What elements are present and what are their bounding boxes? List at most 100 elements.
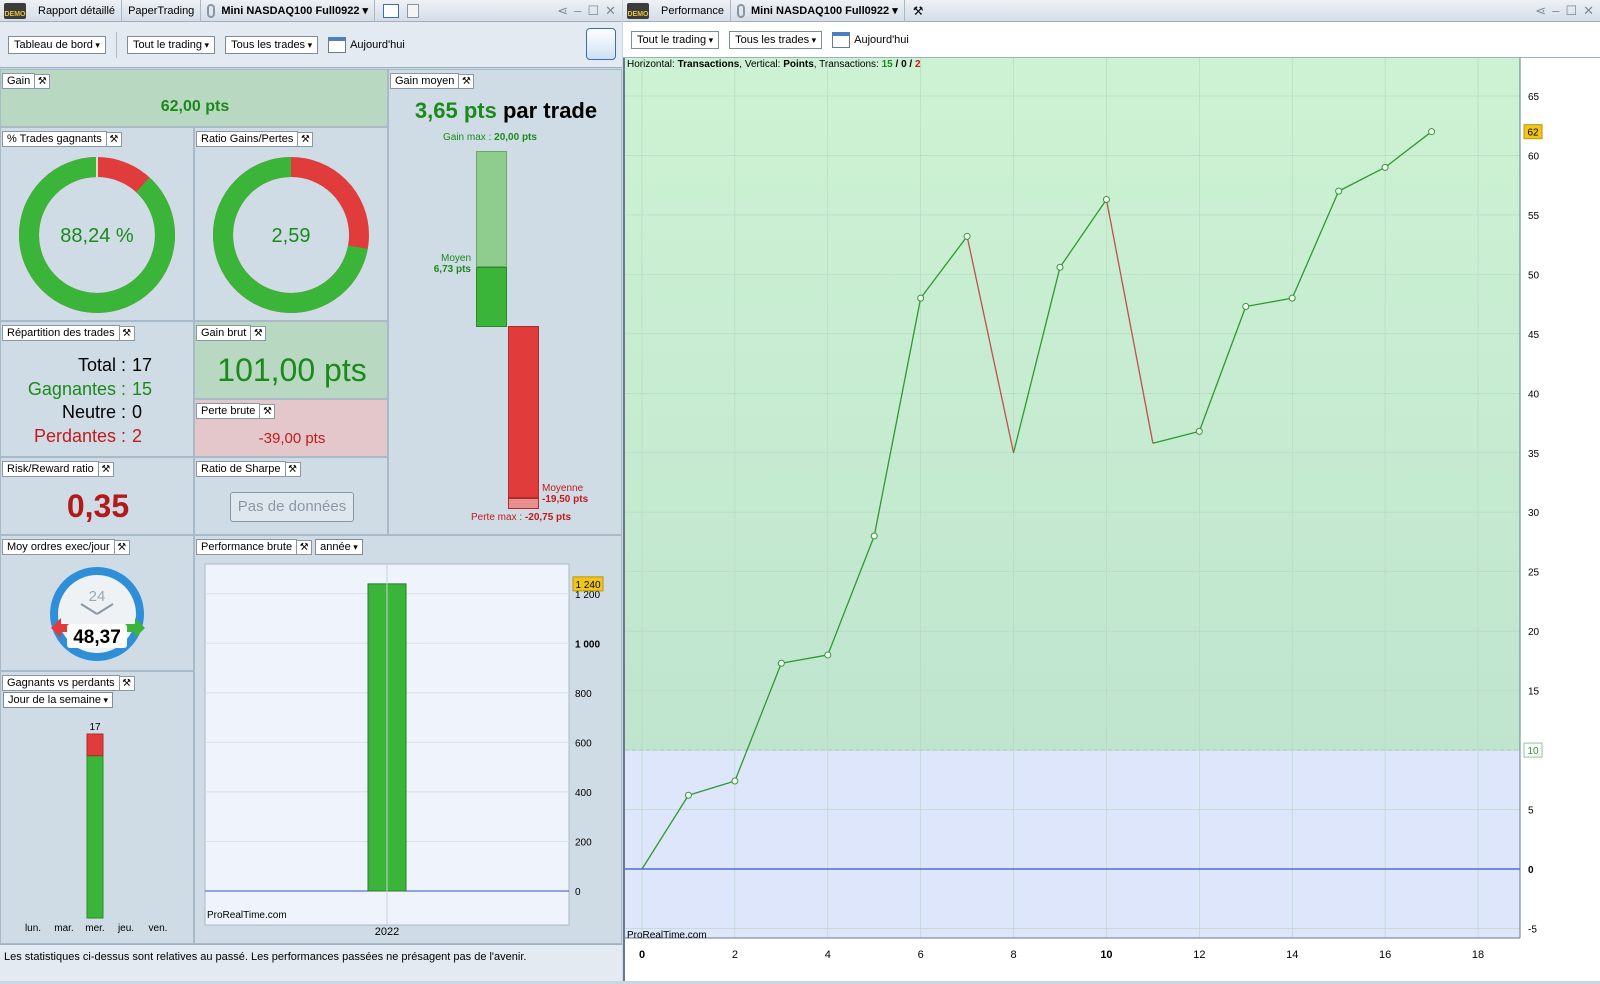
instrument-selector[interactable]: Mini NASDAQ100 Full0922 ▾ [731,0,905,22]
loss-avg-bar [508,326,539,498]
instrument-name: Mini NASDAQ100 Full0922 [221,4,360,17]
wrench-icon[interactable]: ⚒ [98,461,114,477]
info-v-value: Points [783,59,814,70]
toolbar-divider [115,31,117,58]
chart-info: Horizontal: Transactions, Vertical: Poin… [627,59,921,70]
win-row: Gagnantes : 15 [1,378,195,402]
day-label: mer. [85,923,104,934]
x-tick-label: 2 [732,949,738,961]
gain-value: 62,00 pts [160,98,230,115]
minimize-icon[interactable]: – [1552,3,1559,19]
pct-gagnants-value: 88,24 % [60,225,134,247]
no-data-button[interactable]: Pas de données [230,492,354,522]
repartition-panel: Répartition des trades ⚒ Total : 17 Gagnan… [0,321,194,457]
current-value-label: 62 [1527,128,1539,139]
y-tick-label: 20 [1528,627,1540,638]
total-label: Total : [77,355,126,375]
trades-dropdown[interactable]: Tous les trades [225,35,319,54]
loss-avg-value: -19,50 pts [542,494,589,505]
gagnants-vs-perdants-panel: Gagnants vs perdants ⚒ Jour de la semaine… [0,671,194,944]
perf-brute-panel: Performance brute⚒année 02004006008001 0… [194,535,622,944]
gvp-chart: lun. mar. 17 mer. jeu. ven. [25,722,168,934]
wrench-icon[interactable]: ⚒ [260,403,276,419]
wrench-icon[interactable]: ⚒ [459,73,475,89]
x-tick-label: 16 [1379,949,1391,961]
clock-label: 24 [89,588,106,605]
ratio-gp-donut: 2,59 [213,157,369,313]
date-selector[interactable]: Aujourd'hui [328,36,405,53]
win-label: Gagnantes : [27,378,126,399]
trades-dropdown[interactable]: Tous les trades [729,30,823,49]
loss-max-value: -20,75 pts [524,512,572,523]
close-icon[interactable]: ✕ [1583,3,1594,19]
wrench-icon[interactable]: ⚒ [119,325,135,341]
watermark: ProRealTime.com [627,930,707,941]
right-titlebar: DEMO Performance Mini NASDAQ100 Full0922… [623,0,1600,22]
copy-icon[interactable] [407,3,420,18]
gain-max-text: Gain max : 20,00 pts [443,132,537,143]
y-tick-label: 15 [1528,687,1540,698]
risk-reward-label: Risk/Reward ratio [2,461,99,477]
minimize-icon[interactable]: – [574,3,581,19]
maximize-icon[interactable]: ☐ [587,3,599,19]
equity-point [1102,195,1110,203]
wrench-icon[interactable]: ⚒ [35,73,51,89]
date-label: Aujourd'hui [350,38,405,51]
info-h-label: Horizontal: [627,59,675,70]
repartition-list: Total : 17 Gagnantes : 15 Neutre : 0 Perdan… [1,354,195,448]
loss-max-text: Perte max : -20,75 pts [471,512,571,523]
tab-rapport-detaille[interactable]: Rapport détaillé [32,0,123,22]
moy-ordres-panel: Moy ordres exec/jour ⚒ 24 48,37 [0,535,194,671]
close-icon[interactable]: ✕ [605,3,616,19]
moy-ordres-value: 48,37 [73,627,121,648]
loss-max-bar [508,498,539,509]
instrument-selector[interactable]: Mini NASDAQ100 Full0922 ▾ [201,0,376,22]
date-selector[interactable]: Aujourd'hui [832,31,909,48]
chart-export-icon[interactable] [383,3,400,18]
demo-icon: DEMO [627,2,649,19]
share-icon[interactable]: ⋖ [1535,3,1546,19]
tab-papertrading[interactable]: PaperTrading [122,0,202,22]
info-v-label: , Vertical: [739,59,781,70]
y-tick-label: 50 [1528,270,1540,281]
equity-point [917,294,925,302]
sharpe-panel: Ratio de Sharpe ⚒ Pas de données [194,457,388,535]
win-value: 15 [132,378,153,399]
window-controls: ⋖ – ☐ ✕ [1535,3,1594,19]
tab-performance[interactable]: Performance [655,0,731,22]
dashboard-dropdown[interactable]: Tableau de bord [8,35,106,54]
date-label: Aujourd'hui [854,33,909,46]
wrench-icon[interactable]: ⚒ [285,461,301,477]
watermark: ProRealTime.com [207,910,287,921]
blue-zone [625,750,1520,938]
sharpe-label: Ratio de Sharpe [196,461,286,477]
equity-point [1056,263,1064,271]
scope-dropdown[interactable]: Tout le trading [631,30,720,49]
report-settings-icon[interactable] [586,28,616,60]
gain-moyen-suffix: par trade [502,98,598,123]
y-tick-label: 600 [575,738,592,749]
wrench-icon[interactable]: ⚒ [913,4,924,18]
equity-point [1242,302,1250,310]
scope-dropdown[interactable]: Tout le trading [126,35,216,54]
maximize-icon[interactable]: ☐ [1565,3,1577,19]
equity-point [870,532,878,540]
share-icon[interactable]: ⋖ [557,3,568,19]
clock-gauge-icon: 24 48,37 [50,567,145,661]
gain-moyen-label: Gain moyen [390,73,460,89]
equity-point [777,659,785,667]
performance-chart: -505101520253035404550556065024681012141… [625,58,1543,961]
pct-gagnants-panel: % Trades gagnants ⚒ 88,24 % [0,127,194,321]
loss-max-label: Perte max : [471,512,523,523]
wrench-icon[interactable]: ⚒ [251,325,267,341]
loss-value: 2 [132,425,143,446]
y-tick-label: -5 [1528,924,1537,935]
y-tick-label: 25 [1528,568,1540,579]
right-toolbar: Tout le trading Tous les trades Aujourd'… [623,22,1600,58]
x-tick-label: 4 [825,949,831,961]
x-tick-label: 12 [1193,949,1205,961]
info-t-label: , Transactions: [813,59,879,70]
repartition-label: Répartition des trades [2,325,120,341]
ratio-gp-value: 2,59 [272,225,311,247]
x-tick-label: 6 [918,949,924,961]
